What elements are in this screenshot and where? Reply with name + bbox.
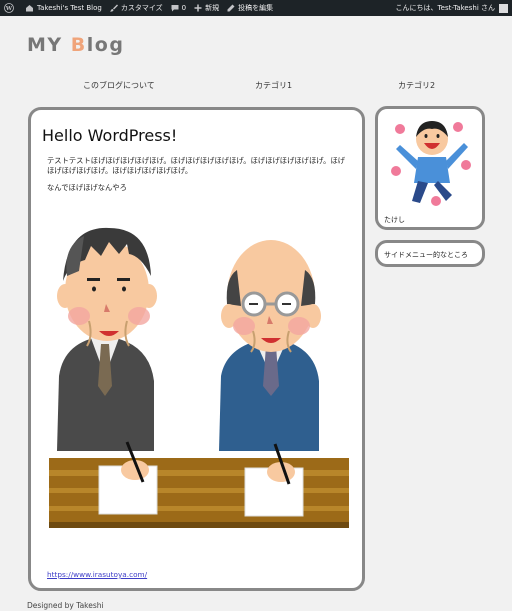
home-icon [26,5,33,12]
man-left-figure [57,227,157,451]
comment-count: 0 [181,4,187,12]
avatar [499,3,508,13]
source-link[interactable]: https://www.irasutoya.com/ [47,570,147,579]
account-menu[interactable]: こんにちは、Test-Takeshi さん [396,3,512,13]
sidebar-menu-text: サイドメニュー的なところ [384,251,468,259]
comments-link[interactable]: 0 [167,0,190,16]
plus-icon [194,4,202,12]
customize-link[interactable]: カスタマイズ [106,0,167,16]
profile-name: たけし [384,216,405,224]
new-content-label: 新規 [205,4,220,12]
site-title[interactable]: MY Blog [27,34,124,56]
post-paragraph: テストテストほげほげほげほげほげ。ほげほげほげほげほげ。ほげほげほげほげほげ。ほ… [47,156,346,175]
pencil-icon [227,4,235,12]
wordpress-logo-button[interactable]: W [0,0,21,16]
site-name-link[interactable]: Takeshi's Test Blog [21,0,106,16]
edit-post-link[interactable]: 投稿を編集 [223,0,277,16]
nav-item-category1[interactable]: カテゴリ1 [255,80,292,91]
signing-men-illustration [49,227,349,528]
nav-item-about[interactable]: このブログについて [83,80,155,91]
customize-label: カスタマイズ [120,4,163,12]
comment-icon [171,5,179,12]
post-title: Hello WordPress! [42,126,178,145]
edit-post-label: 投稿を編集 [238,4,274,12]
man-right-figure [219,240,321,451]
desk [49,441,349,528]
site-title-accent: B [70,34,87,56]
new-content-link[interactable]: 新規 [190,0,223,16]
nav-item-category2[interactable]: カテゴリ2 [398,80,435,91]
site-title-prefix: MY [27,34,71,56]
greeting-text: こんにちは、Test-Takeshi さん [395,4,495,12]
brush-icon [109,4,118,12]
post-body: テストテストほげほげほげほげほげ。ほげほげほげほげほげ。ほげほげほげほげほげ。ほ… [47,156,347,200]
site-name-label: Takeshi's Test Blog [37,4,102,12]
site-title-suffix: log [86,34,125,56]
sidebar-menu-card: サイドメニュー的なところ [375,240,485,267]
svg-text:W: W [5,6,13,12]
post-card: Hello WordPress! テストテストほげほげほげほげほげ。ほげほげほげ… [28,107,365,591]
post-paragraph: なんでほげほげなんやろ [47,183,127,192]
footer-credit: Designed by Takeshi [27,601,104,610]
sidebar-profile-card: たけし [375,106,485,230]
admin-bar: W Takeshi's Test Blog カスタマイズ 0 新規 投稿を編集 … [0,0,512,16]
wordpress-icon: W [4,3,14,13]
profile-illustration [391,121,471,206]
